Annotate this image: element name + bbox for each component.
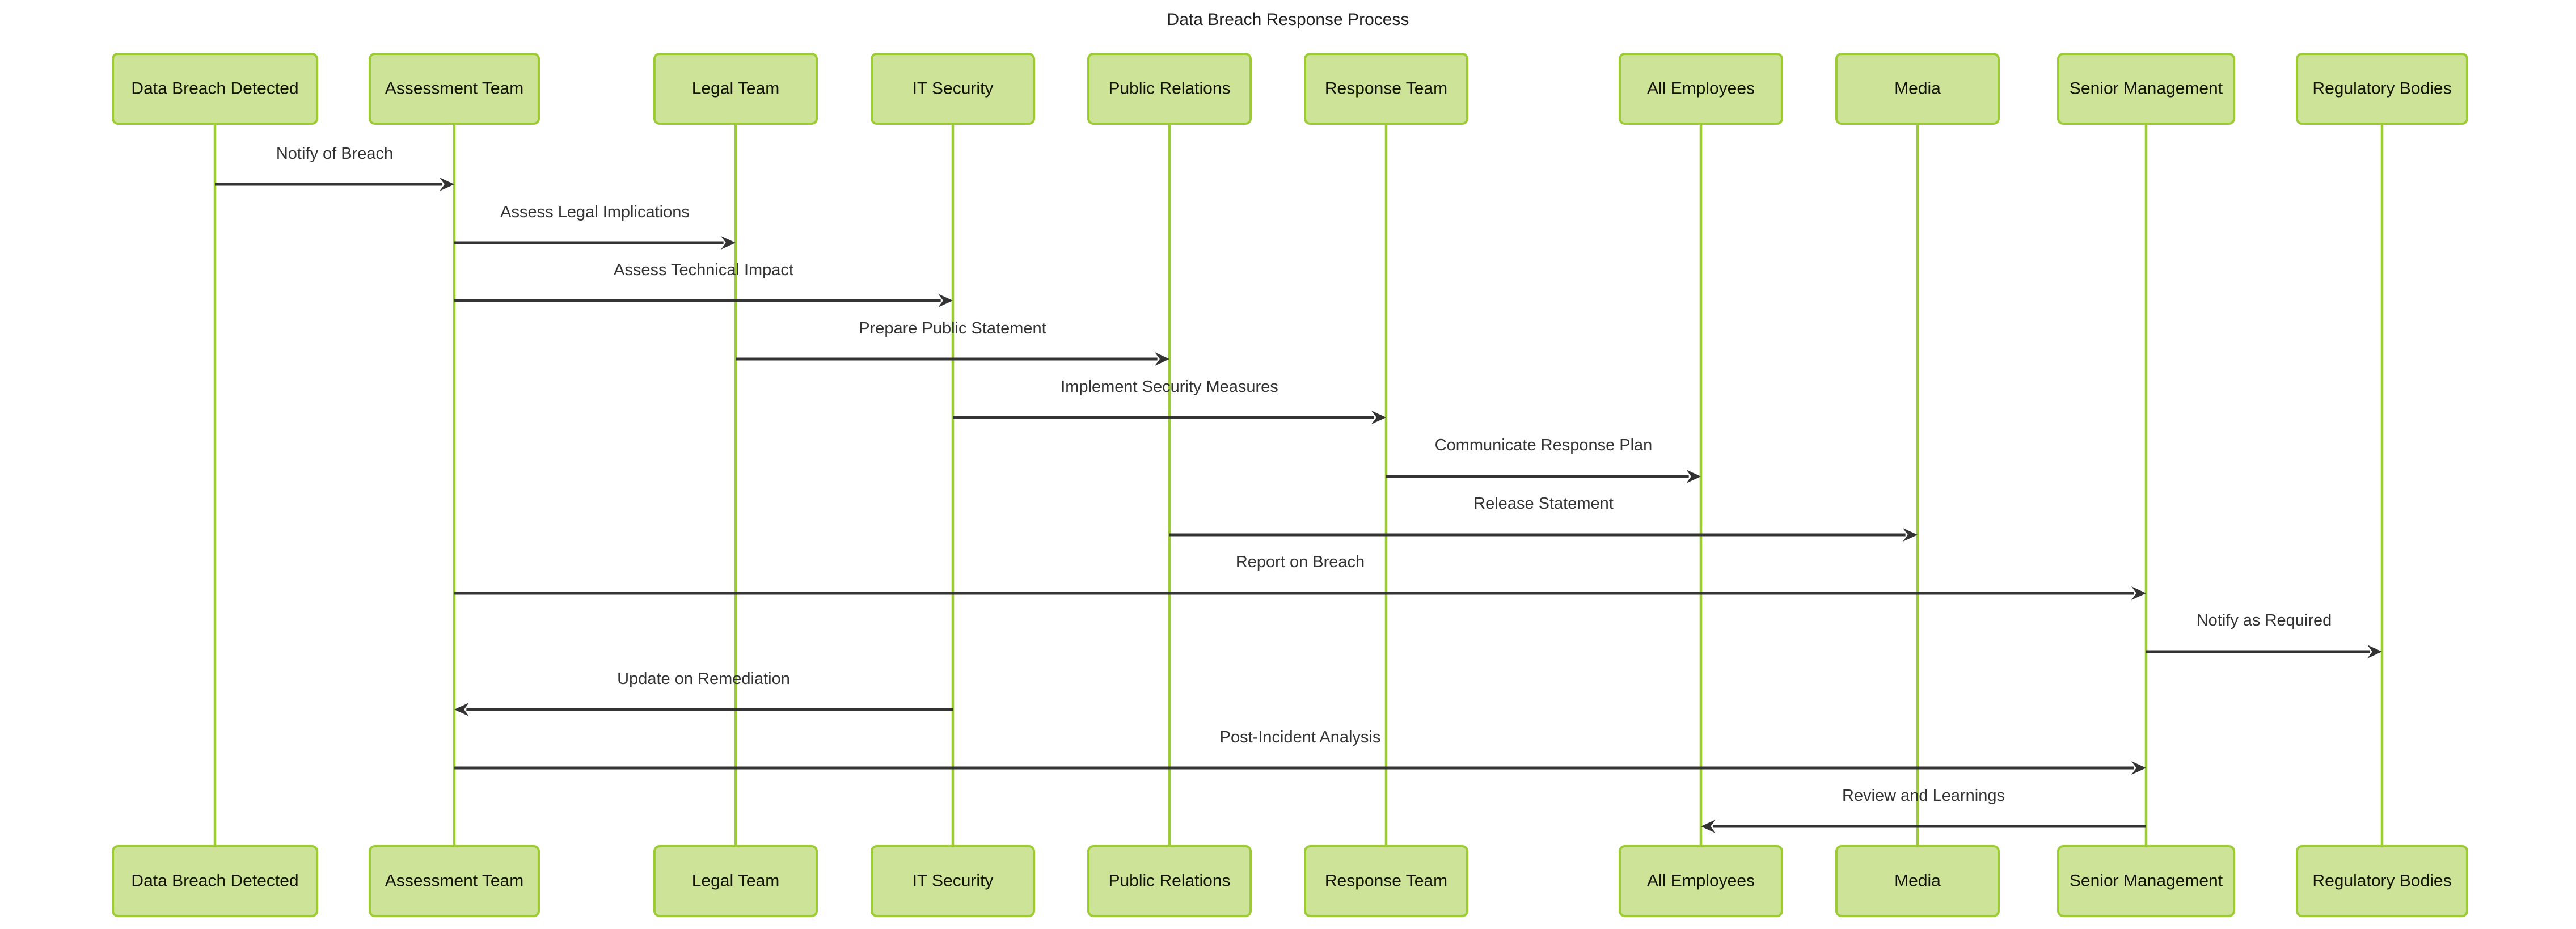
message-label: Release Statement — [1473, 495, 1614, 513]
actor-label: Legal Team — [692, 871, 780, 890]
message-1: Notify of Breach — [215, 145, 454, 191]
message-label: Prepare Public Statement — [859, 319, 1046, 337]
actor-bottom-legal-team[interactable]: Legal Team — [653, 845, 818, 917]
actor-top-legal-team[interactable]: Legal Team — [653, 53, 818, 125]
message-label: Assess Legal Implications — [500, 203, 690, 221]
title-layer: Data Breach Response Process — [1167, 10, 1409, 29]
actor-top-data-breach-detected[interactable]: Data Breach Detected — [112, 53, 318, 125]
message-6: Communicate Response Plan — [1386, 436, 1701, 483]
message-9: Notify as Required — [2146, 611, 2382, 658]
actor-bottom-public-relations[interactable]: Public Relations — [1087, 845, 1252, 917]
actor-bottom-it-security[interactable]: IT Security — [871, 845, 1035, 917]
actor-bottom-response-team[interactable]: Response Team — [1304, 845, 1468, 917]
actor-label: Response Team — [1325, 871, 1447, 890]
message-label: Notify of Breach — [276, 145, 393, 163]
message-label: Update on Remediation — [617, 670, 790, 688]
actor-label: Regulatory Bodies — [2312, 871, 2451, 890]
message-label: Post-Incident Analysis — [1220, 728, 1381, 746]
actor-label: Data Breach Detected — [131, 871, 298, 890]
message-label: Report on Breach — [1236, 553, 1365, 571]
actor-bottom-all-employees[interactable]: All Employees — [1619, 845, 1783, 917]
message-label: Notify as Required — [2197, 611, 2332, 630]
message-label: Implement Security Measures — [1061, 378, 1278, 396]
actor-bottom-assessment-team[interactable]: Assessment Team — [369, 845, 540, 917]
diagram-title: Data Breach Response Process — [1167, 10, 1409, 29]
actor-bottom-data-breach-detected[interactable]: Data Breach Detected — [112, 845, 318, 917]
message-2: Assess Legal Implications — [454, 203, 736, 250]
actor-label: Senior Management — [2070, 79, 2223, 98]
sequence-diagram-canvas: Data Breach Response Process Notify of B… — [0, 0, 2576, 929]
message-label: Assess Technical Impact — [614, 261, 793, 279]
actor-top-assessment-team[interactable]: Assessment Team — [369, 53, 540, 125]
actor-bottom-media[interactable]: Media — [1835, 845, 2000, 917]
message-label: Review and Learnings — [1842, 787, 2005, 805]
actor-label: All Employees — [1647, 871, 1755, 890]
actors-layer: Data Breach Detected Data Breach Detected… — [112, 53, 2468, 917]
actor-top-media[interactable]: Media — [1835, 53, 2000, 125]
actor-top-public-relations[interactable]: Public Relations — [1087, 53, 1252, 125]
actor-top-senior-management[interactable]: Senior Management — [2057, 53, 2235, 125]
actor-label: Media — [1894, 871, 1941, 890]
actor-label: IT Security — [913, 79, 994, 98]
actor-label: Assessment Team — [385, 79, 524, 98]
actor-label: Public Relations — [1108, 871, 1230, 890]
actor-bottom-senior-management[interactable]: Senior Management — [2057, 845, 2235, 917]
actor-top-all-employees[interactable]: All Employees — [1619, 53, 1783, 125]
actor-label: Media — [1894, 79, 1941, 98]
actor-label: Public Relations — [1108, 79, 1230, 98]
actor-label: Data Breach Detected — [131, 79, 298, 98]
actor-label: Legal Team — [692, 79, 780, 98]
message-12: Review and Learnings — [1701, 787, 2146, 833]
actor-label: IT Security — [913, 871, 994, 890]
actor-label: Senior Management — [2070, 871, 2223, 890]
message-11: Post-Incident Analysis — [454, 728, 2146, 775]
actor-label: Assessment Team — [385, 871, 524, 890]
message-10: Update on Remediation — [454, 670, 953, 716]
message-label: Communicate Response Plan — [1435, 436, 1653, 454]
sequence-diagram-svg: Data Breach Response Process Notify of B… — [112, 10, 2468, 917]
message-7: Release Statement — [1169, 495, 1918, 542]
actor-top-response-team[interactable]: Response Team — [1304, 53, 1468, 125]
actor-top-it-security[interactable]: IT Security — [871, 53, 1035, 125]
message-3: Assess Technical Impact — [454, 261, 953, 307]
actor-top-regulatory-bodies[interactable]: Regulatory Bodies — [2296, 53, 2468, 125]
message-8: Report on Breach — [454, 553, 2146, 600]
actor-label: Regulatory Bodies — [2312, 79, 2451, 98]
actor-label: Response Team — [1325, 79, 1447, 98]
messages-layer: Notify of Breach Assess Legal Implication… — [215, 145, 2382, 833]
actor-bottom-regulatory-bodies[interactable]: Regulatory Bodies — [2296, 845, 2468, 917]
actor-label: All Employees — [1647, 79, 1755, 98]
